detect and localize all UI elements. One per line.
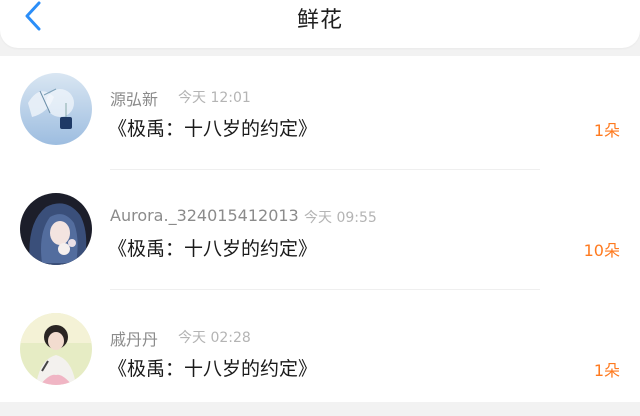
user-name[interactable]: 戚丹丹 <box>110 326 158 350</box>
timestamp: 今天 09:55 <box>304 210 377 226</box>
page-title: 鲜花 <box>296 8 343 33</box>
avatar[interactable] <box>20 73 92 145</box>
flower-count: 1朵 <box>593 121 620 140</box>
user-name[interactable]: 源弘新 <box>110 86 158 110</box>
flower-gift-list: 源弘新 今天 12:01 《极禹：十八岁的约定》 1朵 Aurora._3240… <box>0 56 640 402</box>
book-title[interactable]: 《极禹：十八岁的约定》 <box>108 354 317 381</box>
flower-count: 10朵 <box>583 241 620 260</box>
avatar[interactable] <box>20 313 92 385</box>
list-item[interactable]: 源弘新 今天 12:01 《极禹：十八岁的约定》 1朵 <box>0 56 640 176</box>
book-title[interactable]: 《极禹：十八岁的约定》 <box>108 114 317 141</box>
list-item[interactable]: Aurora._324015412013 今天 09:55 《极禹：十八岁的约定… <box>0 176 640 296</box>
timestamp: 今天 12:01 <box>178 90 251 106</box>
flower-count: 1朵 <box>593 361 620 380</box>
divider <box>110 289 540 290</box>
timestamp: 今天 02:28 <box>178 330 251 346</box>
divider <box>110 169 540 170</box>
list-item[interactable]: 戚丹丹 今天 02:28 《极禹：十八岁的约定》 1朵 <box>0 296 640 416</box>
user-name[interactable]: Aurora._324015412013 <box>110 206 299 225</box>
top-nav-bar: 鲜花 <box>0 0 640 48</box>
avatar[interactable] <box>20 193 92 265</box>
book-title[interactable]: 《极禹：十八岁的约定》 <box>108 234 317 261</box>
